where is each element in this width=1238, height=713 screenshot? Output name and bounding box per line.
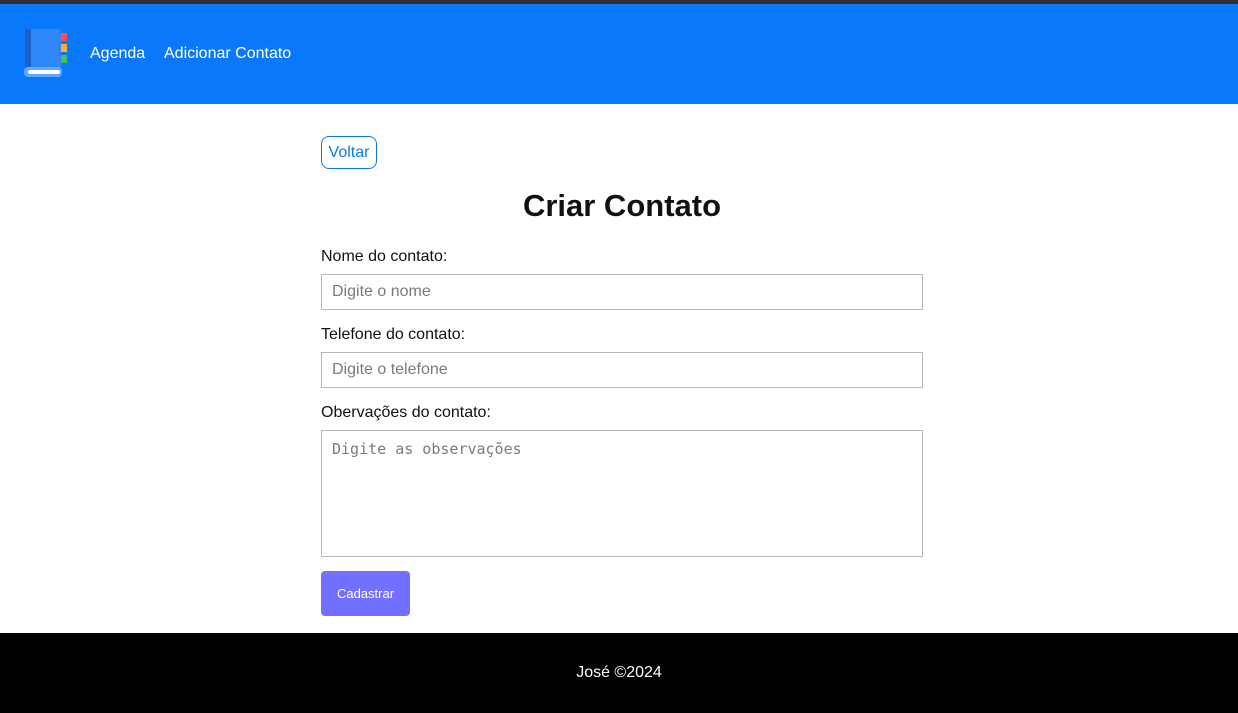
page-title: Criar Contato (522, 188, 722, 223)
notes-textarea[interactable] (321, 430, 923, 557)
name-input[interactable] (321, 274, 923, 310)
footer-copyright: José ©2024 (576, 664, 662, 681)
name-label: Nome do contato: (321, 248, 448, 265)
nav-link-agenda[interactable]: Agenda (90, 45, 145, 63)
footer: José ©2024 (0, 633, 1238, 713)
back-button[interactable]: Voltar (321, 136, 377, 169)
address-book-icon[interactable] (22, 27, 70, 79)
phone-input[interactable] (321, 352, 923, 388)
main-content: Voltar Criar Contato Nome do contato: Te… (0, 104, 1238, 633)
submit-button[interactable]: Cadastrar (321, 571, 410, 616)
notes-label: Obervações do contato: (321, 404, 491, 421)
navbar: Agenda Adicionar Contato (0, 4, 1238, 104)
phone-label: Telefone do contato: (321, 326, 466, 343)
nav-link-add-contact[interactable]: Adicionar Contato (164, 45, 291, 63)
